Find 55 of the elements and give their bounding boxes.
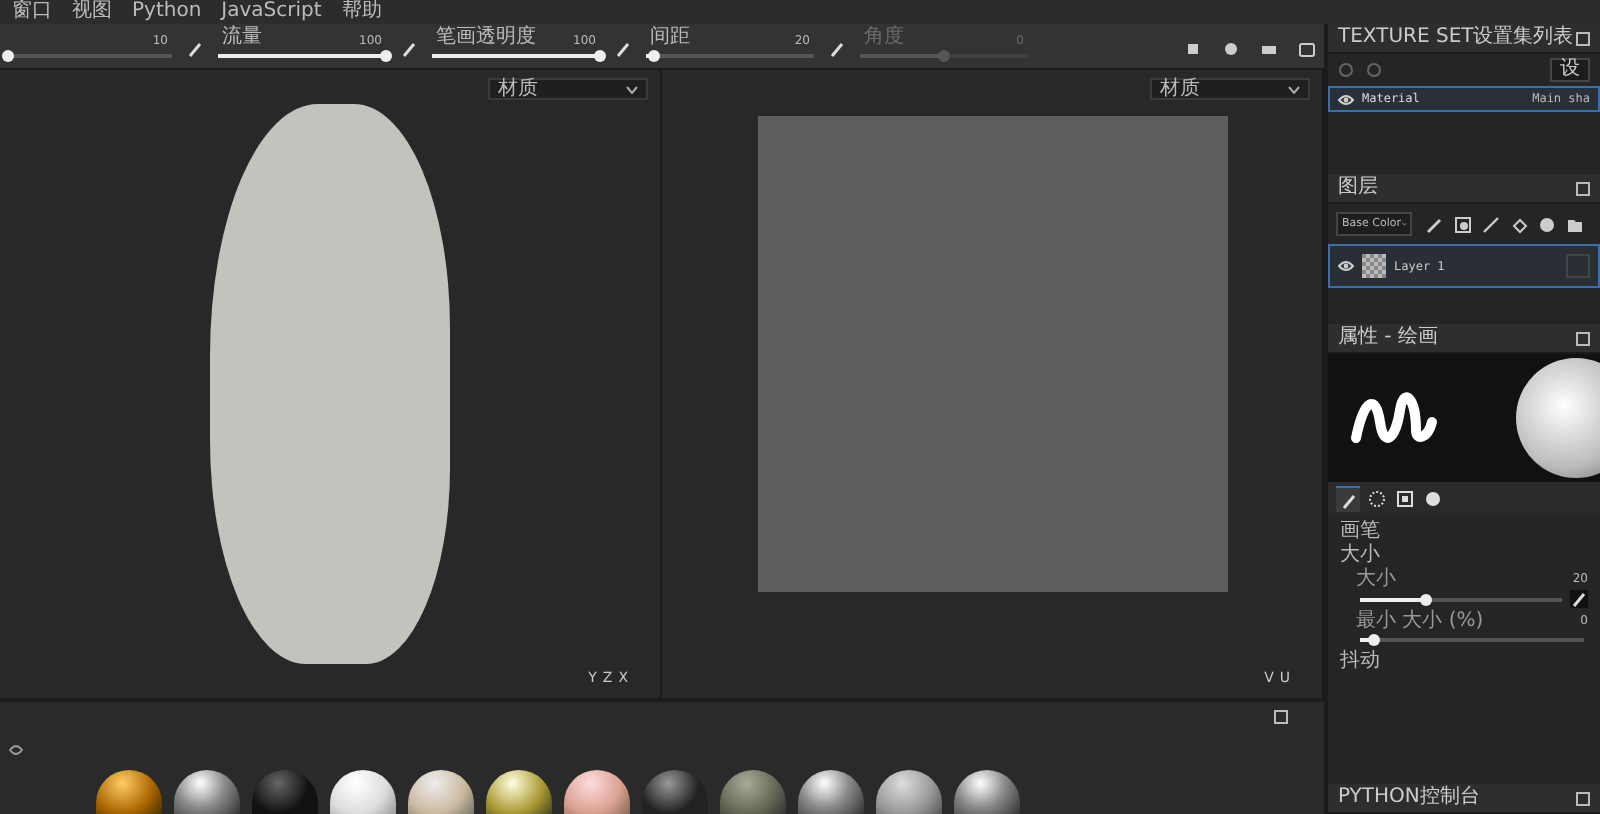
- toolbar-icon[interactable]: [1298, 40, 1316, 58]
- settings-button[interactable]: 设: [1550, 58, 1590, 82]
- tool-tab[interactable]: [1392, 486, 1416, 510]
- section-title: 画笔: [1340, 520, 1382, 542]
- tool-tab[interactable]: [1336, 486, 1360, 512]
- menu-item[interactable]: 帮助: [341, 0, 382, 24]
- brush-icon[interactable]: [1570, 590, 1588, 608]
- brush-icon[interactable]: [614, 40, 632, 58]
- toolbar-icon[interactable]: [1184, 40, 1202, 58]
- group-title: 抖动: [1340, 650, 1382, 672]
- circle-icon[interactable]: [1338, 62, 1354, 78]
- view-mode-dropdown[interactable]: 材质: [1150, 78, 1310, 100]
- toolbar-icon[interactable]: [1222, 40, 1240, 58]
- layer-tool-icon[interactable]: [1426, 215, 1444, 233]
- menu-item[interactable]: Python: [132, 0, 202, 24]
- menu-item[interactable]: JavaScript: [221, 0, 322, 24]
- slider-label: 笔画透明度: [436, 26, 536, 48]
- slider-label: 流量: [222, 26, 262, 48]
- hide-icon[interactable]: [8, 742, 24, 758]
- tool-tab[interactable]: [1420, 486, 1444, 510]
- layer-thumbnail: [1362, 254, 1386, 278]
- brush-icon[interactable]: [400, 40, 418, 58]
- material-ball-preview: [1516, 358, 1600, 478]
- window-icon[interactable]: [1576, 31, 1590, 45]
- slider-handle[interactable]: [1367, 634, 1380, 646]
- eye-icon[interactable]: [1338, 260, 1354, 272]
- view-mode-dropdown[interactable]: 材质: [488, 78, 648, 100]
- window-icon[interactable]: [1576, 791, 1590, 805]
- panel-title: PYTHON控制台: [1338, 784, 1480, 812]
- panel-title: 属性 - 绘画: [1338, 324, 1438, 352]
- brush-icon[interactable]: [828, 40, 846, 58]
- brush-icon[interactable]: [186, 40, 204, 58]
- slider-handle[interactable]: [594, 50, 606, 62]
- window-icon[interactable]: [1576, 181, 1590, 195]
- layer-tool-icon[interactable]: [1454, 215, 1472, 233]
- chevron-icon[interactable]: [626, 85, 638, 93]
- toolbar-icon[interactable]: [1260, 40, 1278, 58]
- param-label: 最小 大小 (%): [1356, 610, 1484, 632]
- slider-handle[interactable]: [648, 50, 661, 62]
- panel-title: TEXTURE SET设置集列表: [1338, 24, 1574, 52]
- slider-handle[interactable]: [1420, 593, 1433, 605]
- slider-handle[interactable]: [1, 50, 14, 62]
- slider-label: 间距: [650, 26, 690, 48]
- eye-icon[interactable]: [1338, 93, 1354, 105]
- tool-tab[interactable]: [1364, 486, 1388, 510]
- chevron-icon[interactable]: [1288, 85, 1300, 93]
- param-label: 大小: [1356, 568, 1396, 590]
- window-icon[interactable]: [1274, 709, 1288, 723]
- group-title: 大小: [1340, 544, 1382, 566]
- menu-item[interactable]: 视图: [72, 0, 112, 24]
- panel-title: 图层: [1338, 174, 1378, 202]
- slider-handle[interactable]: [380, 50, 392, 62]
- mask-slot: [1566, 254, 1590, 278]
- window-icon[interactable]: [1576, 331, 1590, 345]
- circle-icon[interactable]: [1366, 62, 1382, 78]
